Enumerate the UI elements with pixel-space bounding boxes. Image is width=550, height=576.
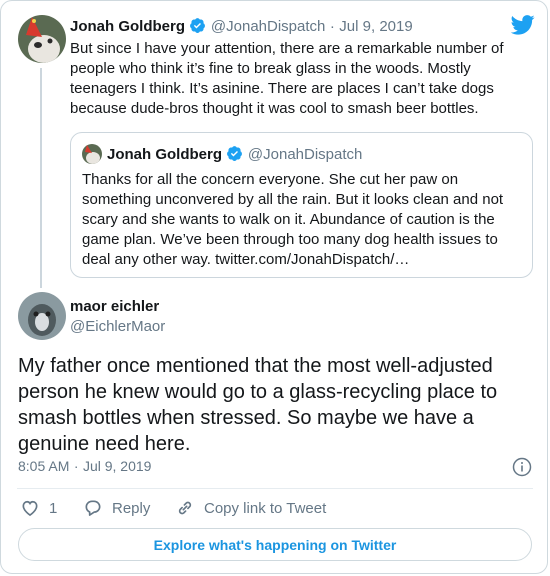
parent-tweet-text: But since I have your attention, there a… bbox=[70, 40, 504, 117]
main-author-name[interactable]: maor eichler bbox=[70, 298, 159, 315]
quoted-author-handle: @JonahDispatch bbox=[247, 146, 363, 163]
avatar[interactable] bbox=[18, 15, 66, 63]
tweet-timestamp[interactable]: 8:05 AM · Jul 9, 2019 bbox=[18, 458, 151, 476]
quoted-author-name: Jonah Goldberg bbox=[107, 146, 223, 163]
quoted-avatar bbox=[82, 144, 102, 164]
quoted-tweet-header: Jonah Goldberg @JonahDispatch bbox=[107, 145, 362, 164]
explore-twitter-button[interactable]: Explore what's happening on Twitter bbox=[18, 528, 532, 561]
main-author-avatar[interactable] bbox=[18, 292, 66, 340]
author-name[interactable]: Jonah Goldberg bbox=[70, 18, 185, 35]
like-button[interactable]: 1 bbox=[20, 497, 57, 519]
verified-badge-icon bbox=[227, 146, 243, 161]
tweet-date[interactable]: Jul 9, 2019 bbox=[83, 458, 152, 474]
quoted-tweet-text: Thanks for all the concern everyone. She… bbox=[82, 171, 504, 268]
copy-link-button[interactable]: Copy link to Tweet bbox=[175, 497, 326, 519]
embedded-tweet-card: Jonah Goldberg @JonahDispatch · Jul 9, 2… bbox=[0, 0, 548, 574]
author-handle[interactable]: @JonahDispatch bbox=[211, 18, 325, 35]
separator-dot: · bbox=[329, 18, 335, 35]
parent-tweet-header: Jonah Goldberg @JonahDispatch · Jul 9, 2… bbox=[70, 17, 413, 36]
separator-dot: · bbox=[73, 458, 79, 474]
info-icon[interactable] bbox=[512, 457, 532, 477]
verified-badge-icon bbox=[190, 18, 206, 33]
thread-connector-line bbox=[40, 68, 42, 288]
main-author-handle[interactable]: @EichlerMaor bbox=[70, 318, 165, 335]
main-tweet-text: My father once mentioned that the most w… bbox=[18, 355, 498, 455]
heart-icon bbox=[22, 500, 38, 517]
like-count: 1 bbox=[49, 499, 58, 517]
twitter-bird-icon[interactable] bbox=[511, 15, 535, 35]
reply-button[interactable]: Reply bbox=[83, 497, 150, 519]
quoted-tweet[interactable]: Jonah Goldberg @JonahDispatch Thanks for… bbox=[70, 132, 533, 278]
divider bbox=[17, 488, 533, 489]
reply-label: Reply bbox=[112, 499, 151, 517]
link-icon bbox=[178, 501, 192, 515]
reply-icon bbox=[85, 500, 101, 516]
tweet-time[interactable]: 8:05 AM bbox=[18, 458, 69, 474]
tweet-date[interactable]: Jul 9, 2019 bbox=[339, 18, 412, 35]
copy-link-label: Copy link to Tweet bbox=[204, 499, 327, 517]
